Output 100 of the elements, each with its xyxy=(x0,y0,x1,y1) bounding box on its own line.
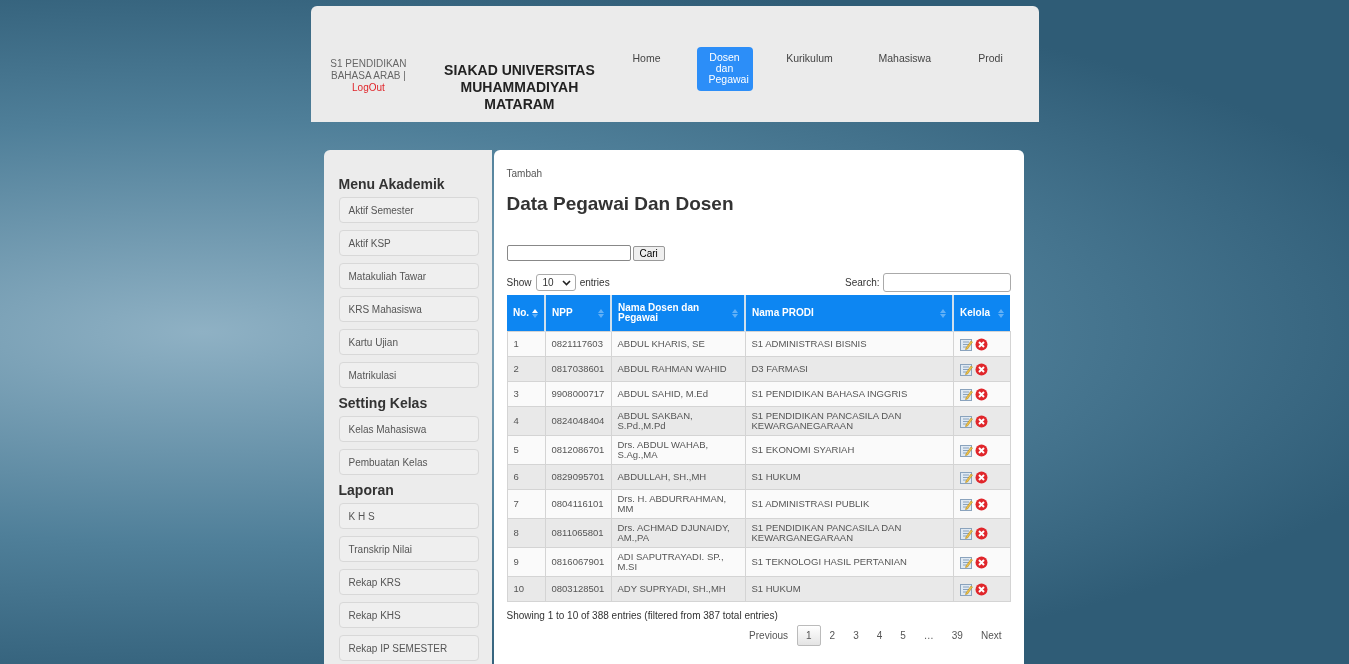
add-link[interactable]: Tambah xyxy=(506,168,543,179)
page-link[interactable]: 3 xyxy=(844,625,868,646)
delete-icon[interactable] xyxy=(974,443,988,457)
delete-icon[interactable] xyxy=(974,526,988,540)
column-header[interactable]: Nama Dosen dan Pegawai xyxy=(611,295,745,332)
table-cell: D3 FARMASI xyxy=(745,356,953,382)
table-cell: 4 xyxy=(507,406,545,436)
table-cell: 9 xyxy=(507,547,545,577)
edit-icon[interactable] xyxy=(959,497,973,511)
previous-link[interactable]: Previous xyxy=(740,625,797,646)
table-cell: S1 PENDIDIKAN PANCASILA DAN KEWARGANEGARAAN xyxy=(745,518,953,548)
table-cell: 0812086701 xyxy=(545,435,611,465)
table-cell: S1 HUKUM xyxy=(745,464,953,490)
edit-icon[interactable] xyxy=(959,470,973,484)
table-cell: Drs. ABDUL WAHAB, S.Ag.,MA xyxy=(611,435,745,465)
table-cell: ADY SUPRYADI, SH.,MH xyxy=(611,576,745,602)
sidebar-heading: Menu Akademik xyxy=(338,176,446,192)
table-cell: 6 xyxy=(507,464,545,490)
delete-icon[interactable] xyxy=(974,337,988,351)
delete-icon[interactable] xyxy=(974,497,988,511)
delete-icon[interactable] xyxy=(974,387,988,401)
column-header[interactable]: No. xyxy=(507,295,545,332)
sidebar-item[interactable]: Aktif Semester xyxy=(338,197,479,223)
entries-dropdown[interactable]: 10 xyxy=(535,274,576,291)
table-cell: S1 ADMINISTRASI BISNIS xyxy=(745,331,953,357)
table-cell: ABDULLAH, SH.,MH xyxy=(611,464,745,490)
site-title: SIAKAD UNIVERSITAS MUHAMMADIYAH MATARAM xyxy=(443,62,596,113)
sidebar-item[interactable]: Matakuliah Tawar xyxy=(338,263,479,289)
table-cell: Drs. ACHMAD DJUNAIDY, AM.,PA xyxy=(611,518,745,548)
table-cell: 1 xyxy=(507,331,545,357)
table-cell: ABDUL SAHID, M.Ed xyxy=(611,381,745,407)
table-search-field[interactable] xyxy=(882,273,1011,292)
search-input-field[interactable] xyxy=(506,245,631,261)
column-header[interactable]: Nama PRODI xyxy=(745,295,953,332)
nav-link[interactable]: Prodi xyxy=(960,47,1021,70)
table-cell: 10 xyxy=(507,576,545,602)
sidebar-item[interactable]: K H S xyxy=(338,503,479,529)
delete-icon[interactable] xyxy=(974,414,988,428)
table-cell: S1 PENDIDIKAN PANCASILA DAN KEWARGANEGARAAN xyxy=(745,406,953,436)
table-cell: S1 PENDIDIKAN BAHASA INGGRIS xyxy=(745,381,953,407)
edit-icon[interactable] xyxy=(959,582,973,596)
entries-label: entries xyxy=(579,277,610,288)
table-cell: ADI SAPUTRAYADI. SP., M.SI xyxy=(611,547,745,577)
sidebar-item[interactable]: Matrikulasi xyxy=(338,362,479,388)
show-label: Show xyxy=(506,277,532,288)
edit-icon[interactable] xyxy=(959,362,973,376)
column-header[interactable]: Kelola xyxy=(953,295,1010,332)
table-cell: 0811065801 xyxy=(545,518,611,548)
edit-icon[interactable] xyxy=(959,337,973,351)
nav-link[interactable]: Mahasiswa xyxy=(866,47,941,70)
table-cell: S1 ADMINISTRASI PUBLIK xyxy=(745,489,953,519)
chevron-down-icon xyxy=(561,279,571,286)
table-cell: 0821117603 xyxy=(545,331,611,357)
delete-icon[interactable] xyxy=(974,470,988,484)
sidebar-item[interactable]: Rekap KRS xyxy=(338,569,479,595)
page-link[interactable]: 5 xyxy=(891,625,915,646)
page-link[interactable]: 4 xyxy=(867,625,892,646)
delete-icon[interactable] xyxy=(974,582,988,596)
sidebar-item[interactable]: Rekap KHS xyxy=(338,602,479,628)
page-link[interactable]: … xyxy=(914,625,943,646)
table-info: Showing 1 to 10 of 388 entries (filtered from 387 total entries) xyxy=(506,610,779,621)
table-cell: ABDUL RAHMAN WAHID xyxy=(611,356,745,382)
sidebar-item[interactable]: KRS Mahasiswa xyxy=(338,296,479,322)
delete-icon[interactable] xyxy=(974,555,988,569)
sidebar-item[interactable]: Transkrip Nilai xyxy=(338,536,479,562)
edit-icon[interactable] xyxy=(959,414,973,428)
sidebar-item[interactable]: Aktif KSP xyxy=(338,230,479,256)
search-label: Search: xyxy=(845,277,880,288)
table-cell: 7 xyxy=(507,489,545,519)
table-cell: 0804116101 xyxy=(545,489,611,519)
table-cell: 5 xyxy=(507,435,545,465)
table-cell: ABDUL KHARIS, SE xyxy=(611,331,745,357)
edit-icon[interactable] xyxy=(959,526,973,540)
search-button[interactable]: Cari xyxy=(632,245,665,261)
sidebar-item[interactable]: Kartu Ujian xyxy=(338,329,479,355)
page-link[interactable]: 39 xyxy=(942,625,972,646)
table-cell: 3 xyxy=(507,381,545,407)
sidebar-item[interactable]: Rekap IP SEMESTER xyxy=(338,635,479,661)
table-cell: ABDUL SAKBAN, S.Pd.,M.Pd xyxy=(611,406,745,436)
sidebar-item[interactable]: Pembuatan Kelas xyxy=(338,449,479,475)
nav-link[interactable]: Kurikulum xyxy=(772,47,847,70)
sidebar-heading: Laporan xyxy=(338,482,395,498)
table-cell: S1 TEKNOLOGI HASIL PERTANIAN xyxy=(745,547,953,577)
column-header[interactable]: NPP xyxy=(545,295,611,332)
nav-link[interactable]: Home xyxy=(616,47,677,70)
sidebar-heading: Setting Kelas xyxy=(338,395,429,411)
edit-icon[interactable] xyxy=(959,443,973,457)
table-cell: 8 xyxy=(507,518,545,548)
edit-icon[interactable] xyxy=(959,555,973,569)
edit-icon[interactable] xyxy=(959,387,973,401)
delete-icon[interactable] xyxy=(974,362,988,376)
page-link[interactable]: 1 xyxy=(797,625,821,646)
logout-link[interactable]: LogOut xyxy=(352,82,385,93)
user-program: S1 PENDIDIKAN BAHASA ARAB | LogOut xyxy=(329,58,408,94)
sidebar-item[interactable]: Kelas Mahasiswa xyxy=(338,416,479,442)
table-cell: S1 EKONOMI SYARIAH xyxy=(745,435,953,465)
page-link[interactable]: 2 xyxy=(820,625,845,646)
table-cell: 0824048404 xyxy=(545,406,611,436)
table-cell: Drs. H. ABDURRAHMAN, MM xyxy=(611,489,745,519)
next-link[interactable]: Next xyxy=(971,625,1011,646)
